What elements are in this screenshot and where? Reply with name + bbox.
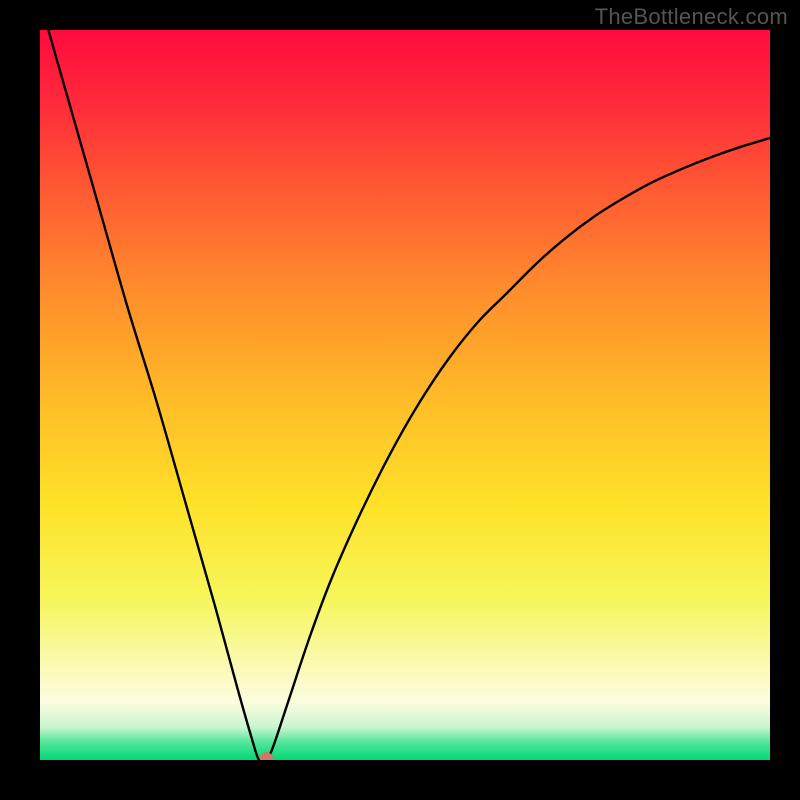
plot-area — [40, 30, 770, 760]
chart-frame: TheBottleneck.com — [0, 0, 800, 800]
watermark-text: TheBottleneck.com — [595, 4, 788, 30]
chart-svg — [40, 30, 770, 760]
gradient-background — [40, 30, 770, 760]
